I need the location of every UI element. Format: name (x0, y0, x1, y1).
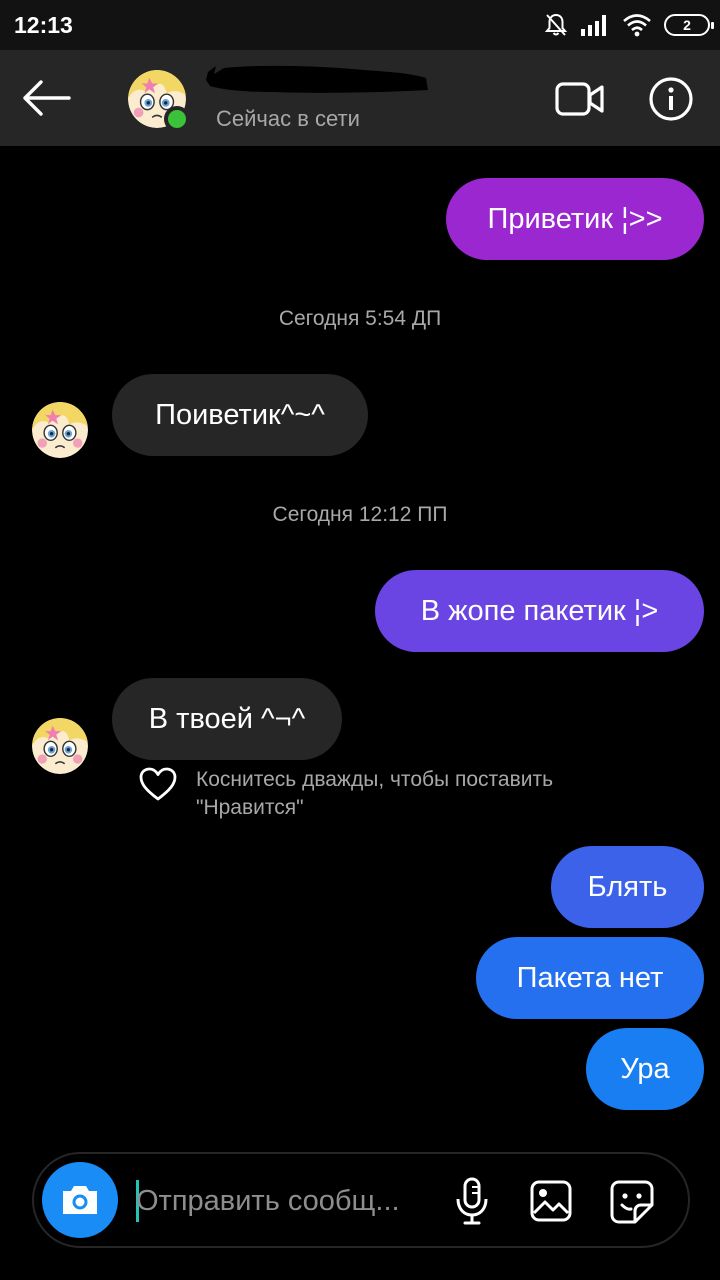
status-time: 12:13 (14, 12, 73, 38)
timestamp: Сегодня 5:54 ДП (278, 307, 442, 330)
like-hint: Коснитесь дважды, чтобы поставить "Нрави… (138, 766, 656, 822)
timestamp: Сегодня 12:12 ПП (272, 503, 448, 526)
status-bar: 12:13 2 (0, 0, 720, 50)
outgoing-message[interactable]: Пакета нет (476, 937, 704, 1019)
incoming-message[interactable]: В твоей ^¬^ (112, 678, 342, 760)
camera-button[interactable] (42, 1162, 118, 1238)
incoming-message[interactable]: Поиветик^~^ (112, 374, 368, 456)
contact-status: Сейчас в сети (216, 106, 360, 131)
sender-avatar[interactable] (32, 718, 88, 774)
microphone-icon (456, 1177, 488, 1225)
sender-avatar[interactable] (32, 402, 88, 458)
message-text: Ура (620, 1052, 670, 1085)
chat-header: Сейчас в сети (0, 50, 720, 146)
info-icon (649, 77, 693, 121)
like-hint-text: Коснитесь дважды, чтобы поставить "Нрави… (196, 768, 554, 819)
camera-icon (63, 1186, 97, 1214)
info-button[interactable] (646, 74, 696, 124)
message-text: Блять (587, 870, 668, 903)
back-button[interactable] (18, 74, 74, 122)
voice-message-button[interactable] (450, 1176, 494, 1226)
battery-level: 2 (683, 17, 691, 33)
outgoing-message[interactable]: Ура (586, 1028, 704, 1110)
outgoing-message[interactable]: В жопе пакетик ¦> (375, 570, 704, 652)
message-text: В жопе пакетик ¦> (420, 594, 659, 627)
signal-icon (581, 15, 606, 36)
gallery-icon (530, 1180, 572, 1222)
video-call-button[interactable] (552, 76, 608, 122)
mute-icon (544, 13, 568, 36)
outgoing-message[interactable]: Блять (551, 846, 704, 928)
battery-icon: 2 (664, 14, 714, 36)
message-text: Поиветик^~^ (155, 398, 325, 431)
gallery-button[interactable] (528, 1178, 574, 1224)
message-input[interactable] (136, 1174, 436, 1228)
message-text: Пакета нет (516, 961, 664, 994)
heart-icon[interactable] (138, 766, 178, 802)
message-composer (32, 1152, 690, 1248)
contact-name-redacted (206, 65, 428, 93)
contact-avatar[interactable] (128, 70, 190, 132)
video-call-icon (555, 82, 604, 116)
sticker-icon (610, 1180, 654, 1224)
outgoing-message[interactable]: Приветик ¦>> (446, 178, 704, 260)
status-icons: 2 (544, 10, 714, 40)
online-indicator (164, 106, 190, 132)
message-text: Приветик ¦>> (487, 202, 663, 235)
wifi-icon (623, 14, 651, 37)
message-text: В твоей ^¬^ (148, 702, 306, 735)
back-arrow-icon (23, 80, 71, 116)
sticker-button[interactable] (608, 1178, 656, 1226)
